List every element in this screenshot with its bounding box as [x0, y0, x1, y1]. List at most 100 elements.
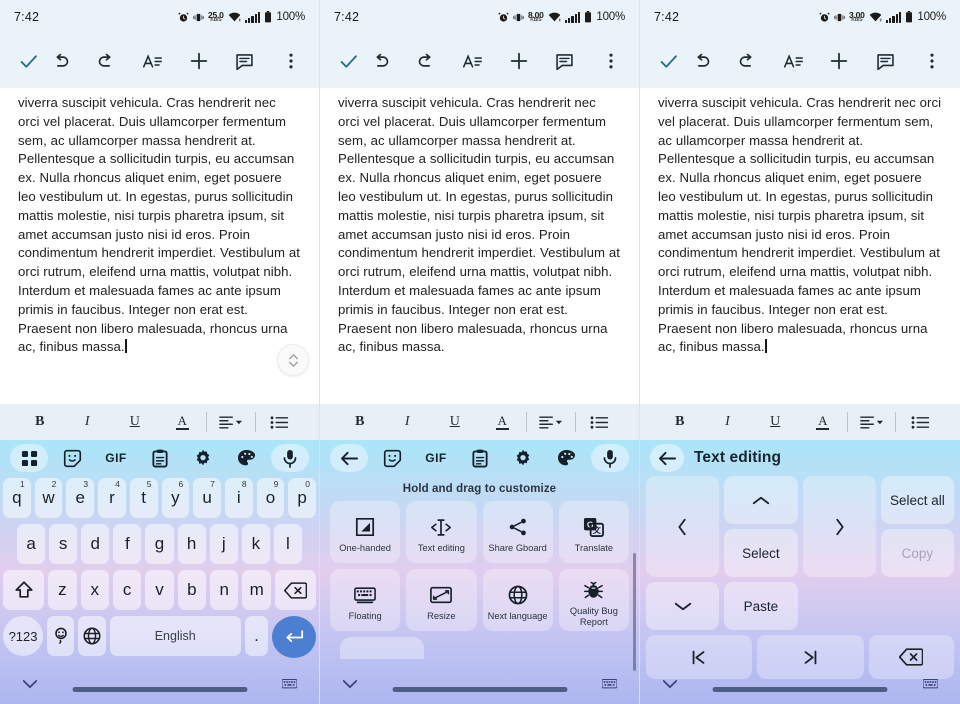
text-format-button[interactable] — [457, 44, 490, 78]
comment-button[interactable] — [228, 44, 261, 78]
key-x[interactable]: x — [80, 570, 109, 610]
microphone-icon[interactable] — [271, 444, 309, 472]
align-button[interactable] — [848, 415, 896, 430]
home-indicator[interactable] — [392, 687, 567, 692]
switch-keyboard-icon[interactable] — [602, 678, 617, 690]
redo-button[interactable] — [411, 44, 444, 78]
hide-keyboard-icon[interactable] — [662, 679, 678, 690]
move-up-key[interactable] — [724, 476, 798, 524]
comment-button[interactable] — [548, 44, 581, 78]
key-u[interactable]: u7 — [193, 478, 221, 518]
bold-button[interactable]: B — [16, 414, 64, 430]
insert-button[interactable] — [823, 44, 856, 78]
key-o[interactable]: o9 — [256, 478, 285, 518]
redo-button[interactable] — [731, 44, 764, 78]
key-v[interactable]: v — [145, 570, 174, 610]
align-button[interactable] — [527, 415, 575, 430]
enter-key[interactable] — [272, 616, 316, 658]
italic-button[interactable]: I — [704, 414, 752, 430]
italic-button[interactable]: I — [384, 414, 432, 430]
insert-button[interactable] — [502, 44, 535, 78]
more-options-button[interactable] — [274, 44, 307, 78]
menu-item-text-editing[interactable]: Text editing — [406, 501, 477, 563]
key-p[interactable]: p0 — [288, 478, 317, 518]
sticker-icon[interactable] — [54, 444, 92, 472]
document-text[interactable]: viverra suscipit vehicula. Cras hendreri… — [338, 94, 621, 357]
done-button[interactable] — [12, 44, 45, 78]
bulleted-list-button[interactable] — [896, 415, 944, 430]
menu-item-one-handed[interactable]: One-handed — [330, 501, 401, 563]
key-s[interactable]: s — [49, 524, 78, 564]
menu-item-share-gboard[interactable]: Share Gboard — [482, 501, 553, 563]
key-c[interactable]: c — [112, 570, 142, 610]
underline-button[interactable]: U — [751, 414, 799, 430]
insert-button[interactable] — [182, 44, 215, 78]
menu-scrollbar[interactable] — [633, 553, 636, 671]
hide-keyboard-icon[interactable] — [22, 679, 38, 690]
hide-keyboard-icon[interactable] — [342, 679, 358, 690]
switch-keyboard-icon[interactable] — [923, 678, 938, 690]
undo-button[interactable] — [45, 44, 78, 78]
key-g[interactable]: g — [145, 524, 174, 564]
align-button[interactable] — [207, 415, 255, 430]
key-q[interactable]: q1 — [2, 478, 31, 518]
menu-item-next-language[interactable]: Next language — [482, 569, 553, 631]
gear-icon[interactable] — [504, 444, 542, 472]
gif-icon[interactable]: GIF — [417, 444, 455, 472]
bulleted-list-button[interactable] — [576, 415, 624, 430]
select-all-key[interactable]: Select all — [880, 476, 954, 524]
document-editor[interactable]: viverra suscipit vehicula. Cras hendreri… — [320, 88, 639, 404]
bulleted-list-button[interactable] — [256, 415, 304, 430]
bold-button[interactable]: B — [656, 414, 704, 430]
underline-button[interactable]: U — [111, 414, 159, 430]
clipboard-icon[interactable] — [461, 444, 499, 472]
text-color-button[interactable]: A — [479, 414, 527, 431]
key-i[interactable]: i8 — [224, 478, 253, 518]
scroll-handle[interactable] — [277, 344, 309, 376]
redo-button[interactable] — [91, 44, 124, 78]
palette-icon[interactable] — [228, 444, 266, 472]
document-text[interactable]: viverra suscipit vehicula. Cras hendreri… — [18, 94, 301, 357]
underline-button[interactable]: U — [431, 414, 479, 430]
key-d[interactable]: d — [81, 524, 110, 564]
key-a[interactable]: a — [17, 524, 46, 564]
palette-icon[interactable] — [548, 444, 586, 472]
key-l[interactable]: l — [273, 524, 302, 564]
key-r[interactable]: r4 — [98, 478, 126, 518]
menu-item-quality-bug-report[interactable]: Quality Bug Report — [558, 569, 629, 631]
menu-item-resize[interactable]: Resize — [406, 569, 477, 631]
key-h[interactable]: h — [177, 524, 206, 564]
globe-key[interactable] — [78, 616, 106, 656]
text-format-button[interactable] — [777, 44, 810, 78]
key-b[interactable]: b — [177, 570, 207, 610]
document-text[interactable]: viverra suscipit vehicula. Cras hendreri… — [658, 94, 942, 357]
key-t[interactable]: t5 — [129, 478, 158, 518]
italic-button[interactable]: I — [64, 414, 112, 430]
text-color-button[interactable]: A — [159, 414, 207, 431]
symbols-key[interactable]: ?123 — [3, 616, 44, 656]
space-key[interactable]: English — [109, 616, 241, 656]
microphone-icon[interactable] — [591, 444, 629, 472]
done-button[interactable] — [332, 44, 365, 78]
backspace-key[interactable] — [274, 570, 317, 610]
shift-key[interactable] — [2, 570, 45, 610]
back-icon[interactable] — [650, 444, 684, 472]
move-down-key[interactable] — [646, 582, 720, 630]
key-w[interactable]: w2 — [34, 478, 63, 518]
menu-item-translate[interactable]: G文 Translate — [558, 501, 629, 563]
undo-button[interactable] — [685, 44, 718, 78]
menu-item-floating[interactable]: Floating — [330, 569, 401, 631]
text-color-button[interactable]: A — [799, 414, 847, 431]
key-k[interactable]: k — [241, 524, 270, 564]
back-icon[interactable] — [330, 444, 368, 472]
undo-button[interactable] — [365, 44, 398, 78]
sticker-icon[interactable] — [374, 444, 412, 472]
emoji-key[interactable] — [47, 616, 75, 656]
document-editor[interactable]: viverra suscipit vehicula. Cras hendreri… — [0, 88, 319, 404]
comment-button[interactable] — [869, 44, 902, 78]
key-j[interactable]: j — [209, 524, 238, 564]
period-key[interactable]: . — [244, 616, 268, 656]
gif-icon[interactable]: GIF — [97, 444, 135, 472]
copy-key[interactable]: Copy — [880, 529, 954, 577]
clipboard-icon[interactable] — [141, 444, 179, 472]
